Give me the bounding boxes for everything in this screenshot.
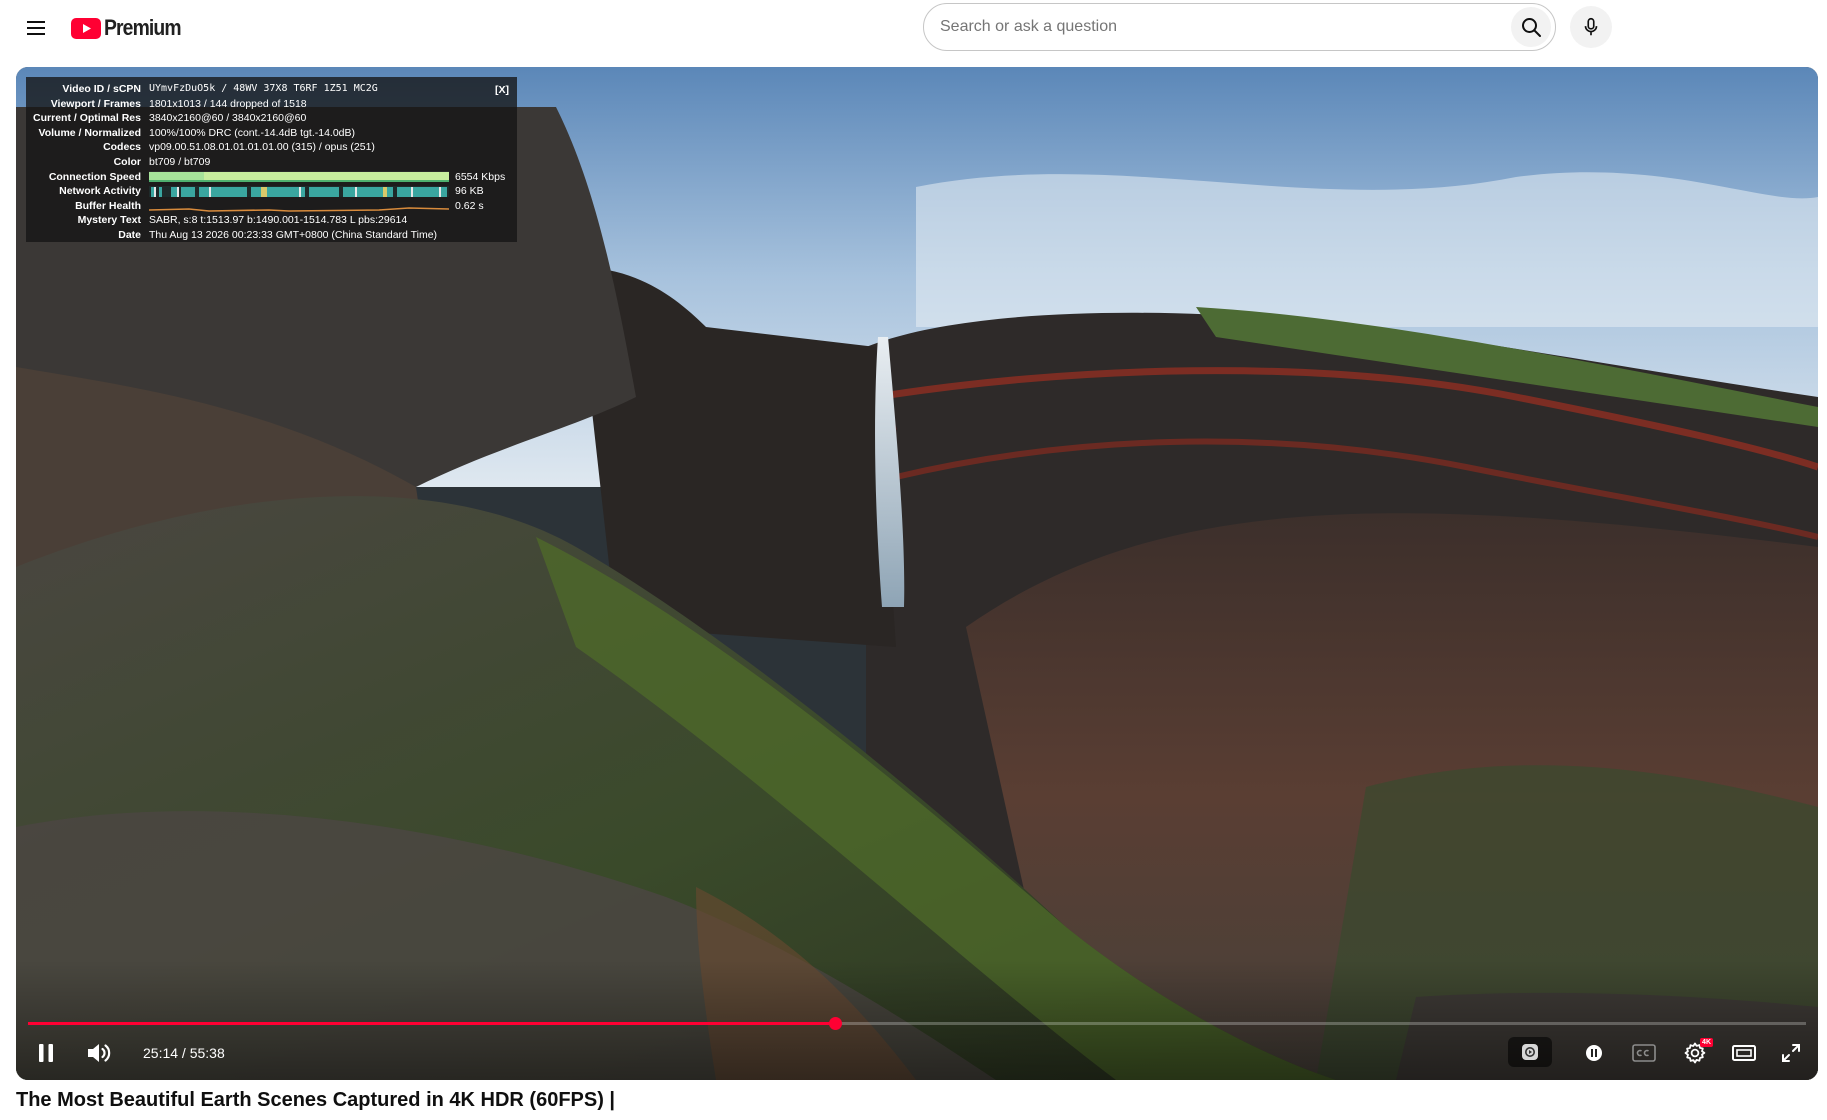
stats-row-viewport: Viewport / Frames 1801x1013 / 144 droppe… xyxy=(32,97,511,112)
stats-label: Mystery Text xyxy=(77,214,141,227)
fullscreen-icon xyxy=(1782,1044,1800,1062)
subtitles-icon xyxy=(1632,1044,1656,1062)
stats-label: Network Activity xyxy=(59,185,141,198)
stats-value: Thu Aug 13 2026 00:23:33 GMT+0800 (China… xyxy=(149,228,438,241)
pause-button[interactable] xyxy=(30,1037,62,1069)
stats-for-nerds-panel: [X] Video ID / sCPN UYmvFzDuO5k / 48WV 3… xyxy=(26,77,517,242)
pause-small-icon xyxy=(1586,1045,1602,1061)
stats-row-buffer-health: Buffer Health 0.62 s xyxy=(32,199,511,214)
stats-value: UYmvFzDuO5k / 48WV 37X8 T6RF 1Z51 MC2G xyxy=(149,83,378,94)
stats-label: Buffer Health xyxy=(75,199,141,212)
stats-row-resolution: Current / Optimal Res 3840x2160@60 / 384… xyxy=(32,111,511,126)
search-box xyxy=(923,3,1556,51)
stats-label: Date xyxy=(118,228,141,241)
video-player[interactable]: [X] Video ID / sCPN UYmvFzDuO5k / 48WV 3… xyxy=(16,67,1818,1080)
stats-row-mystery-text: Mystery Text SABR, s:8 t:1513.97 b:1490.… xyxy=(32,213,511,228)
stats-label: Current / Optimal Res xyxy=(33,112,141,125)
stats-label: Connection Speed xyxy=(48,170,141,183)
stats-row-codecs: Codecs vp09.00.51.08.01.01.01.01.00 (315… xyxy=(32,140,511,155)
subtitles-button[interactable] xyxy=(1627,1039,1661,1067)
pause-icon xyxy=(39,1044,53,1062)
stats-label: Volume / Normalized xyxy=(38,126,142,139)
stats-row-network-activity: Network Activity 96 KB xyxy=(32,184,511,199)
connection-speed-graph xyxy=(149,171,449,183)
masthead: Premium xyxy=(0,0,1827,56)
network-activity-graph xyxy=(149,185,449,197)
progress-bar[interactable] xyxy=(28,1017,1806,1031)
autoplay-toggle[interactable] xyxy=(1508,1037,1552,1067)
stats-value: bt709 / bt709 xyxy=(149,155,211,168)
menu-icon xyxy=(27,21,45,35)
time-separator: / xyxy=(178,1045,190,1061)
mute-button[interactable] xyxy=(82,1037,116,1069)
search-icon xyxy=(1522,18,1541,37)
stats-label: Color xyxy=(113,155,141,168)
youtube-premium-logo[interactable]: Premium xyxy=(71,14,191,42)
stats-value: 1801x1013 / 144 dropped of 1518 xyxy=(149,97,307,110)
progress-scrubber-handle[interactable] xyxy=(828,1017,842,1030)
stats-value: 96 KB xyxy=(455,185,484,198)
microphone-icon xyxy=(1584,17,1598,36)
stats-value: 6554 Kbps xyxy=(455,170,506,183)
stats-value: SABR, s:8 t:1513.97 b:1490.001-1514.783 … xyxy=(149,214,408,227)
search-input[interactable] xyxy=(940,4,1420,50)
stats-row-video-id: Video ID / sCPN UYmvFzDuO5k / 48WV 37X8 … xyxy=(32,82,511,97)
volume-icon xyxy=(88,1044,111,1062)
stats-label: Codecs xyxy=(103,141,141,154)
theater-mode-icon xyxy=(1732,1045,1756,1061)
stats-value: vp09.00.51.08.01.01.01.01.00 (315) / opu… xyxy=(149,141,375,154)
stats-label: Video ID / sCPN xyxy=(62,83,141,95)
quality-badge: 4K xyxy=(1700,1038,1713,1047)
stats-label: Viewport / Frames xyxy=(50,97,141,110)
stats-row-color: Color bt709 / bt709 xyxy=(32,155,511,170)
buffer-health-graph xyxy=(149,206,449,212)
stats-value: 3840x2160@60 / 3840x2160@60 xyxy=(149,112,307,125)
time-duration: 55:38 xyxy=(189,1045,225,1061)
menu-button[interactable] xyxy=(18,10,54,46)
progress-played xyxy=(28,1022,835,1025)
stats-value: 0.62 s xyxy=(455,199,484,212)
voice-search-button[interactable] xyxy=(1570,6,1612,48)
fullscreen-button[interactable] xyxy=(1774,1037,1808,1069)
stats-value: 100%/100% DRC (cont.-14.4dB tgt.-14.0dB) xyxy=(149,126,356,139)
logo-text: Premium xyxy=(104,15,182,40)
settings-button[interactable]: 4K xyxy=(1677,1037,1713,1069)
video-title: The Most Beautiful Earth Scenes Captured… xyxy=(16,1089,616,1111)
theater-mode-button[interactable] xyxy=(1726,1037,1762,1069)
stats-row-date: Date Thu Aug 13 2026 00:23:33 GMT+0800 (… xyxy=(32,228,511,243)
youtube-logo-icon xyxy=(71,17,101,39)
stats-row-volume: Volume / Normalized 100%/100% DRC (cont.… xyxy=(32,126,511,141)
stats-close-button[interactable]: [X] xyxy=(495,83,509,98)
pause-small-button[interactable] xyxy=(1579,1039,1609,1067)
search-button[interactable] xyxy=(1511,7,1551,47)
time-current: 25:14 xyxy=(143,1045,179,1061)
autoplay-icon xyxy=(1522,1044,1538,1060)
stats-row-connection-speed: Connection Speed 6554 Kbps xyxy=(32,170,511,185)
time-display: 25:14 / 55:38 xyxy=(143,1042,225,1064)
